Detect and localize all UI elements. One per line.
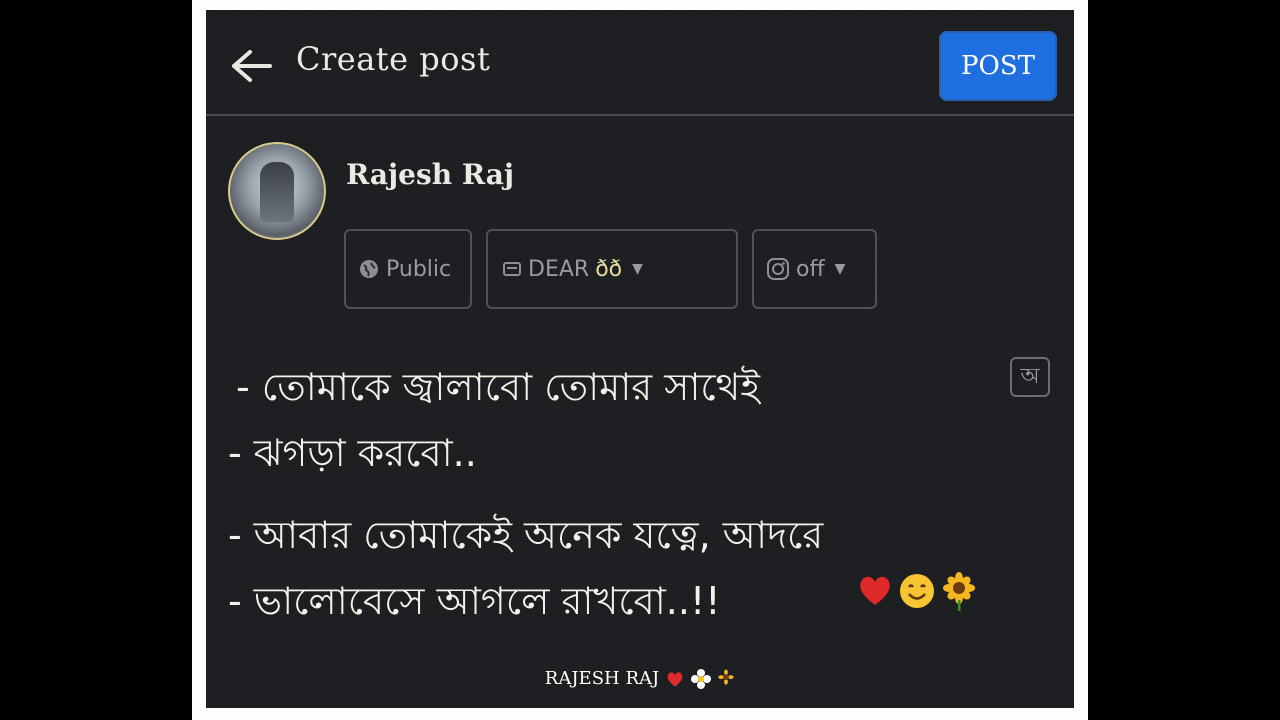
emoji-group — [856, 572, 978, 612]
smile-icon — [900, 574, 934, 608]
instagram-icon — [766, 257, 790, 281]
translate-icon[interactable]: অ — [1010, 357, 1050, 397]
post-text-line[interactable]: - আবার তোমাকেই অনেক যত্নে, আদরে — [228, 506, 823, 570]
user-name: Rajesh Raj — [346, 158, 515, 191]
page-title: Create post — [296, 40, 491, 78]
heart-icon — [860, 576, 890, 605]
footer-signature: RAJESH RAJ — [206, 668, 1074, 689]
post-text-line[interactable]: - ঝগড়া করবো.. — [228, 424, 477, 488]
heart-icon — [667, 671, 683, 686]
sunflower-icon — [943, 572, 975, 611]
back-arrow-icon[interactable] — [228, 48, 274, 84]
post-button[interactable]: POST — [939, 31, 1057, 101]
instagram-share-toggle[interactable]: off ▼ — [752, 229, 877, 309]
album-select[interactable]: DEAR ðð ▼ — [486, 229, 738, 309]
chevron-down-icon: ▼ — [834, 261, 846, 277]
audience-public-button[interactable]: Public — [344, 229, 472, 309]
audience-public-label: Public — [386, 256, 452, 282]
avatar[interactable] — [228, 142, 326, 240]
post-text-line[interactable]: - ভালোবেসে আগলে রাখবো..!! — [228, 572, 720, 636]
create-post-screen: Create post POST Rajesh Raj Public DEAR … — [206, 10, 1074, 708]
header-bar: Create post POST — [206, 10, 1074, 116]
signature-text: RAJESH RAJ — [544, 668, 660, 689]
globe-icon — [358, 258, 380, 280]
chevron-down-icon: ▼ — [632, 261, 643, 277]
album-icon — [502, 260, 522, 278]
instagram-label: off — [796, 256, 825, 282]
album-label: DEAR — [528, 256, 590, 282]
post-text-line[interactable]: - তোমাকে জ্বালাবো তোমার সাথেই — [236, 358, 760, 422]
sunflower-icon — [718, 669, 734, 685]
avatar-figure — [260, 162, 294, 222]
white-flower-icon — [691, 668, 712, 689]
album-suffix: ðð — [595, 256, 623, 282]
